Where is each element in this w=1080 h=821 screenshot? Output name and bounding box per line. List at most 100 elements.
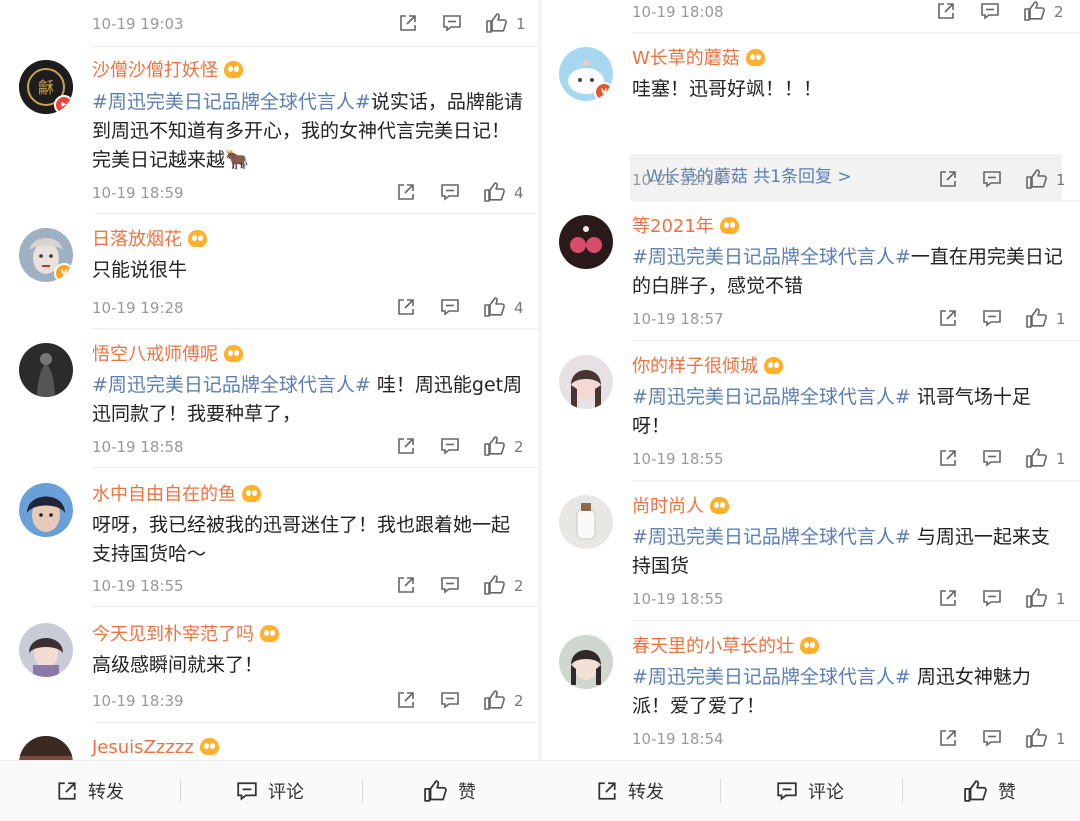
bottom-action-bar: 转发 评论 赞 转发 评论 赞 (0, 760, 1080, 821)
comment-icon[interactable] (440, 690, 460, 712)
vip-crown-icon (224, 345, 243, 362)
like-button[interactable]: 4 (484, 182, 524, 204)
comment-text: 只能说很牛 (92, 259, 188, 281)
comment-icon[interactable] (980, 1, 1000, 23)
topic-link[interactable]: #周迅完美日记品牌全球代言人# (92, 91, 371, 113)
comment-icon[interactable] (982, 448, 1002, 470)
avatar[interactable] (559, 495, 613, 549)
comment-username[interactable]: JesuisZzzzz (92, 736, 219, 760)
like-button[interactable]: 4 (484, 297, 524, 319)
like-button[interactable]: 2 (484, 436, 524, 458)
share-icon[interactable] (396, 575, 416, 597)
comment-text: #周迅完美日记品牌全球代言人#一直在用完美日记的白胖子，感觉不错 (632, 246, 1063, 297)
like-label: 赞 (458, 782, 476, 803)
share-icon[interactable] (938, 308, 958, 330)
avatar[interactable] (19, 483, 73, 537)
topic-link[interactable]: #周迅完美日记品牌全球代言人# (632, 526, 911, 548)
comment-time: 10-19 19:03 (92, 15, 184, 33)
like-button[interactable]: 1 (1026, 448, 1066, 470)
like-button[interactable]: 1 (1026, 588, 1066, 610)
comment-time: 10-21 22:18 (632, 171, 724, 189)
comment-icon[interactable] (440, 182, 460, 204)
vip-crown-icon (764, 357, 783, 374)
comment-label: 评论 (268, 782, 304, 803)
comment-icon[interactable] (440, 297, 460, 319)
comment-time: 10-19 18:08 (632, 3, 724, 21)
vip-crown-icon (242, 485, 261, 502)
share-icon[interactable] (398, 13, 418, 35)
avatar[interactable] (19, 736, 73, 760)
comment-button[interactable]: 评论 (776, 761, 844, 821)
like-count: 1 (1056, 310, 1066, 328)
share-icon[interactable] (938, 588, 958, 610)
like-button[interactable]: 1 (1026, 308, 1066, 330)
comment-icon[interactable] (982, 728, 1002, 750)
comment-username[interactable]: 日落放烟花 (92, 228, 207, 252)
like-button[interactable]: 赞 (964, 761, 1016, 821)
like-count: 1 (516, 15, 526, 33)
share-icon (58, 782, 76, 800)
comment-text: #周迅完美日记品牌全球代言人# 周迅女神魅力派！爱了爱了！ (632, 666, 1031, 717)
comment-username[interactable]: 等2021年 (632, 215, 739, 239)
like-button[interactable]: 赞 (424, 761, 476, 821)
avatar[interactable]: 龢 ▸ (19, 60, 73, 114)
comment-username[interactable]: 今天见到朴宰范了吗 (92, 623, 279, 647)
comment-username[interactable]: 水中自由自在的鱼 (92, 483, 261, 507)
comment-username[interactable]: 沙僧沙僧打妖怪 (92, 59, 243, 83)
share-icon[interactable] (396, 182, 416, 204)
share-icon[interactable] (396, 436, 416, 458)
comment-icon[interactable] (440, 436, 460, 458)
repost-button[interactable]: 转发 (56, 761, 124, 821)
topic-link[interactable]: #周迅完美日记品牌全球代言人# (632, 246, 911, 268)
like-count: 4 (514, 299, 524, 317)
avatar[interactable] (19, 343, 73, 397)
like-button[interactable]: 1 (1026, 728, 1066, 750)
comment-text: #周迅完美日记品牌全球代言人# 讯哥气场十足呀！ (632, 386, 1031, 437)
avatar[interactable]: v (19, 228, 73, 282)
comment-username[interactable]: 春天里的小草长的壮 (632, 635, 819, 659)
avatar[interactable] (559, 215, 613, 269)
avatar[interactable]: v (559, 47, 613, 101)
comment-username[interactable]: 尚时尚人 (632, 495, 729, 519)
repost-button[interactable]: 转发 (596, 761, 664, 821)
share-icon[interactable] (396, 297, 416, 319)
like-count: 1 (1056, 171, 1066, 189)
like-button[interactable]: 1 (486, 13, 526, 35)
share-icon[interactable] (938, 448, 958, 470)
thumbs-up-icon (424, 780, 447, 802)
comment-icon[interactable] (440, 575, 460, 597)
avatar[interactable] (19, 623, 73, 677)
comment-button[interactable]: 评论 (236, 761, 304, 821)
like-button[interactable]: 2 (484, 690, 524, 712)
vip-crown-icon (260, 625, 279, 642)
topic-link[interactable]: #周迅完美日记品牌全球代言人# (632, 386, 911, 408)
like-button[interactable]: 1 (1026, 169, 1066, 191)
share-icon[interactable] (396, 690, 416, 712)
share-icon[interactable] (936, 1, 956, 23)
comment-icon[interactable] (442, 13, 462, 35)
comment-username[interactable]: 悟空八戒师傅呢 (92, 343, 243, 367)
comment-icon[interactable] (982, 169, 1002, 191)
comment-time: 10-19 18:58 (92, 438, 184, 456)
vip-crown-icon (800, 637, 819, 654)
comment-time: 10-19 18:55 (632, 590, 724, 608)
share-icon[interactable] (938, 728, 958, 750)
comment-icon[interactable] (982, 588, 1002, 610)
topic-link[interactable]: #周迅完美日记品牌全球代言人# (92, 374, 371, 396)
like-count: 4 (514, 184, 524, 202)
avatar[interactable] (559, 635, 613, 689)
comment-username[interactable]: W长草的蘑菇 (632, 47, 765, 71)
topic-link[interactable]: #周迅完美日记品牌全球代言人# (632, 666, 911, 688)
like-count: 2 (1054, 3, 1064, 21)
comment-text: #周迅完美日记品牌全球代言人# 与周迅一起来支持国货 (632, 526, 1050, 577)
like-button[interactable]: 2 (1024, 1, 1064, 23)
comment-text: 哇塞！迅哥好飒！！！ (632, 78, 823, 100)
comment-username[interactable]: 你的样子很倾城 (632, 355, 783, 379)
repost-label: 转发 (628, 782, 664, 803)
share-icon (598, 782, 616, 800)
like-button[interactable]: 2 (484, 575, 524, 597)
like-label: 赞 (998, 782, 1016, 803)
share-icon[interactable] (938, 169, 958, 191)
avatar[interactable] (559, 355, 613, 409)
comment-icon[interactable] (982, 308, 1002, 330)
